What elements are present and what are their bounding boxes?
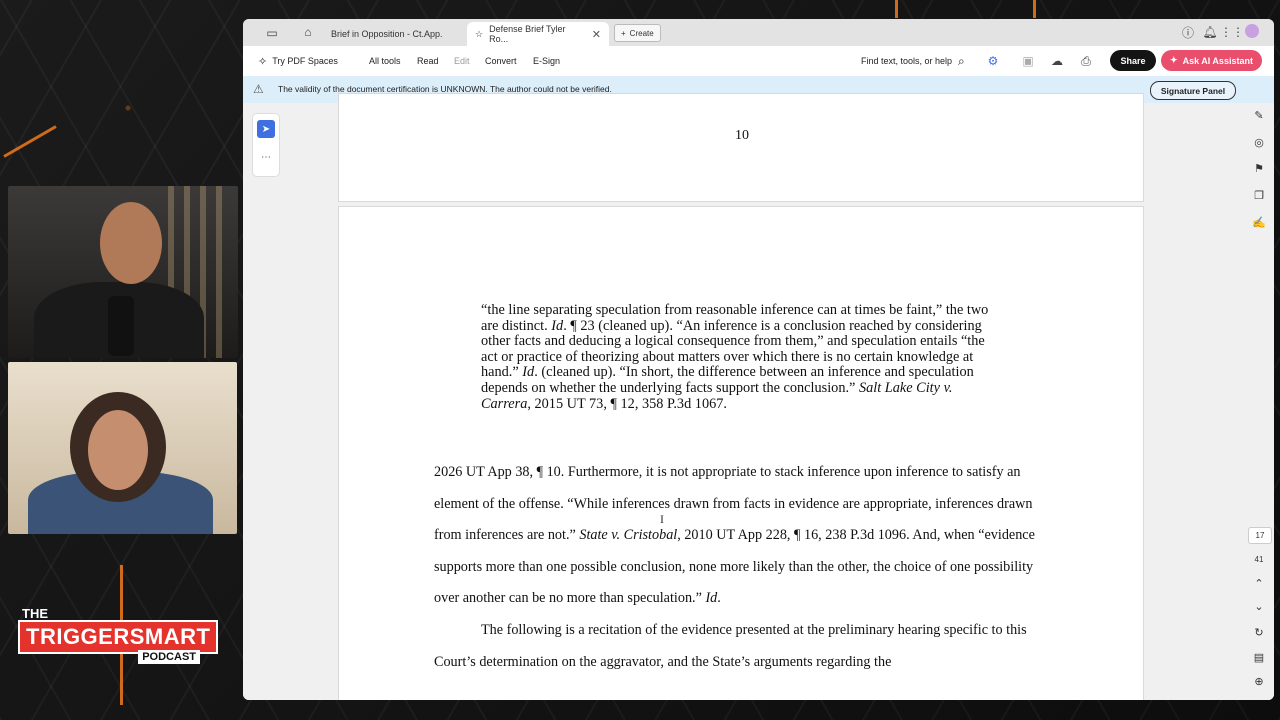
share-button[interactable]: Share xyxy=(1110,50,1156,71)
try-spaces-label: Try PDF Spaces xyxy=(272,56,338,66)
tab-overview-icon[interactable]: ▭ xyxy=(263,24,281,42)
logo-the: THE xyxy=(22,606,48,621)
ask-ai-assistant-button[interactable]: ✦ Ask AI Assistant xyxy=(1161,50,1262,71)
pages-icon[interactable]: ❐ xyxy=(1251,189,1267,205)
close-tab-icon[interactable]: ✕ xyxy=(592,28,601,41)
create-label: Create xyxy=(629,28,654,38)
block-quote: “the line separating speculation from re… xyxy=(481,302,989,412)
search-icon: ⌕ xyxy=(958,53,965,68)
current-page-box[interactable]: 17 xyxy=(1248,527,1272,544)
comment-icon[interactable]: ✎ xyxy=(1251,109,1267,125)
save-icon[interactable]: ▣ xyxy=(1019,52,1037,70)
help-icon[interactable]: ⓘ xyxy=(1179,23,1197,41)
signature-panel-button[interactable]: Signature Panel xyxy=(1150,81,1236,100)
person-face xyxy=(88,410,148,490)
total-pages: 41 xyxy=(1254,555,1264,564)
bookmark-icon[interactable]: ⚑ xyxy=(1251,162,1267,178)
right-sidebar: ✎ ◎ ⚑ ❐ ✍ 17 41 ⌃ ⌄ ↻ ▤ ⊕ ⊖ xyxy=(1244,103,1274,700)
body-text: 2026 UT App 38, ¶ 10. Furthermore, it is… xyxy=(434,457,1059,678)
esign-button[interactable]: E-Sign xyxy=(533,46,560,76)
apps-grid-icon[interactable]: ⋮⋮ xyxy=(1220,23,1244,41)
tab-label: Defense Brief Tyler Ro... xyxy=(489,24,566,44)
upload-cloud-icon[interactable]: ☁ xyxy=(1048,52,1066,70)
ai-label: Ask AI Assistant xyxy=(1182,55,1253,66)
page-view-icon[interactable]: ▤ xyxy=(1251,651,1267,667)
page-down-icon[interactable]: ⌄ xyxy=(1251,600,1267,616)
all-tools-button[interactable]: All tools xyxy=(369,46,401,76)
convert-button[interactable]: Convert xyxy=(485,46,517,76)
podcast-logo: THE TRIGGERSMART PODCAST xyxy=(18,606,219,668)
refresh-icon[interactable]: ↻ xyxy=(1251,626,1267,642)
tab-label: Brief in Opposition - Ct.App. xyxy=(331,29,443,39)
try-pdf-spaces-button[interactable]: ✧ Try PDF Spaces xyxy=(258,46,338,76)
signature-icon[interactable]: ✍ xyxy=(1251,216,1267,232)
tab-bar: ▭ ⌂ Brief in Opposition - Ct.App. ☆ Defe… xyxy=(243,19,1274,47)
person-head xyxy=(100,202,162,284)
paragraph-evidence-recitation: The following is a recitation of the evi… xyxy=(434,621,1027,670)
webcam-host-1 xyxy=(8,186,238,358)
pdf-page-11: “the line separating speculation from re… xyxy=(338,206,1144,700)
find-search-box[interactable]: Find text, tools, or help ⌕ xyxy=(861,46,965,76)
main-toolbar: ✧ Try PDF Spaces All tools Read Edit Con… xyxy=(243,46,1274,77)
home-icon[interactable]: ⌂ xyxy=(299,23,317,41)
tag-icon[interactable]: ◎ xyxy=(1251,136,1267,152)
logo-main: TRIGGERSMART xyxy=(18,620,219,654)
edit-button[interactable]: Edit xyxy=(454,46,470,76)
page-up-icon[interactable]: ⌃ xyxy=(1251,577,1267,593)
plus-icon: + xyxy=(621,28,626,38)
read-button[interactable]: Read xyxy=(417,46,439,76)
find-label: Find text, tools, or help xyxy=(861,56,953,66)
pdf-viewer-window: ▭ ⌂ Brief in Opposition - Ct.App. ☆ Defe… xyxy=(243,19,1274,700)
accent-line xyxy=(1033,0,1036,18)
pdf-page-10: 10 xyxy=(338,93,1144,202)
logo-podcast: PODCAST xyxy=(138,650,200,664)
star-icon[interactable]: ☆ xyxy=(475,29,483,40)
tab-defense-brief[interactable]: ☆ Defense Brief Tyler Ro... ✕ xyxy=(467,22,609,46)
avatar[interactable] xyxy=(1245,24,1259,38)
certificate-warning-icon: ⚠ xyxy=(253,82,264,96)
page-number: 10 xyxy=(735,128,749,143)
print-icon[interactable]: ⎙ xyxy=(1077,52,1095,70)
ai-sparkle-icon: ✦ xyxy=(1170,55,1178,65)
spaces-icon: ✧ xyxy=(258,55,268,68)
webcam-host-2 xyxy=(8,362,237,534)
ai-tools-icon[interactable]: ⚙ xyxy=(984,52,1002,70)
select-cursor-icon[interactable]: ➤ xyxy=(257,120,275,138)
notifications-icon[interactable]: 🔔︎ xyxy=(1201,23,1219,41)
create-tab-button[interactable]: + Create xyxy=(614,24,661,42)
zoom-in-icon[interactable]: ⊕ xyxy=(1251,675,1267,691)
paragraph-inference-stacking: 2026 UT App 38, ¶ 10. Furthermore, it is… xyxy=(434,464,1035,607)
accent-line xyxy=(895,0,898,18)
microphone xyxy=(108,296,134,356)
document-viewer: ➤ ⋯ 10 “the line separating speculation … xyxy=(243,93,1274,700)
tab-brief-opposition[interactable]: Brief in Opposition - Ct.App. xyxy=(323,22,463,46)
text-cursor-icon: I xyxy=(660,512,664,526)
more-tools-icon[interactable]: ⋯ xyxy=(257,152,275,166)
quick-tools-panel: ➤ ⋯ xyxy=(252,113,280,177)
